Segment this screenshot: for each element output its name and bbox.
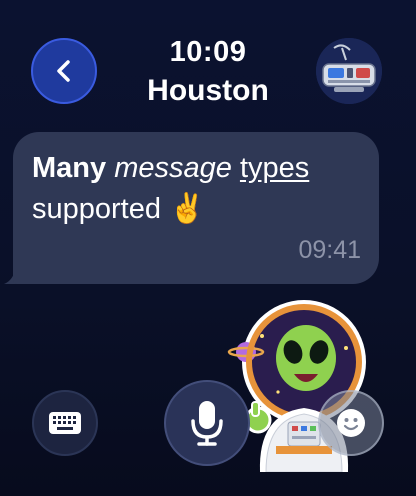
message-line-2: supported ✌️ <box>32 192 205 226</box>
keyboard-icon <box>49 412 81 434</box>
avatar[interactable] <box>316 38 382 104</box>
satellite-icon <box>316 38 382 104</box>
message-underlined-word: types <box>239 152 310 184</box>
emoji-button[interactable] <box>318 390 384 456</box>
victory-emoji: ✌️ <box>169 193 206 225</box>
keyboard-button[interactable] <box>32 390 98 456</box>
microphone-icon <box>191 401 223 446</box>
message-bold-word: Many <box>32 152 107 184</box>
message-timestamp: 09:41 <box>298 236 361 264</box>
message-text: supported <box>32 193 161 225</box>
message-italic-word: message <box>114 152 232 184</box>
message-line-1: Many message types <box>32 152 309 185</box>
smiley-icon <box>337 409 365 437</box>
microphone-button[interactable] <box>164 380 250 466</box>
